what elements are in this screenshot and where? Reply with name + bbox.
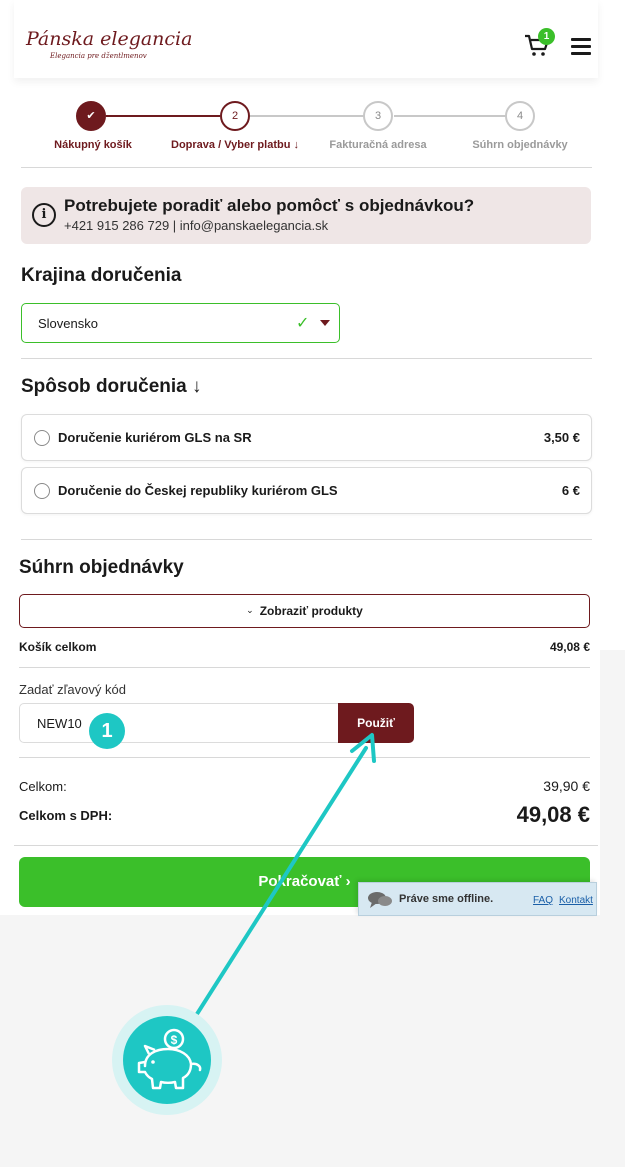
step-marker-badge: 1 bbox=[89, 713, 125, 749]
apply-coupon-button[interactable]: Použiť bbox=[338, 703, 414, 743]
divider bbox=[21, 539, 592, 540]
step-connector bbox=[394, 115, 506, 117]
show-products-button[interactable]: ⌄ Zobraziť produkty bbox=[19, 594, 590, 628]
chevron-down-icon: ⌄ bbox=[246, 605, 254, 616]
logo-text: Pánska elegancia bbox=[26, 28, 193, 50]
shipping-option-price: 3,50 € bbox=[543, 430, 580, 445]
help-banner: i Potrebujete poradiť alebo pomôcť s obj… bbox=[21, 187, 591, 244]
coupon-label: Zadať zľavový kód bbox=[19, 682, 126, 697]
piggy-bank-circle: $ bbox=[123, 1016, 211, 1104]
divider bbox=[19, 757, 590, 758]
chat-contact-link[interactable]: Kontakt bbox=[559, 895, 593, 906]
total-label: Celkom: bbox=[19, 779, 67, 794]
menu-icon[interactable] bbox=[571, 38, 591, 55]
total-value: 39,90 € bbox=[543, 778, 590, 794]
total-vat-value: 49,08 € bbox=[516, 802, 590, 827]
help-contact: +421 915 286 729 | info@panskaelegancia.… bbox=[64, 218, 329, 233]
total-vat-label: Celkom s DPH: bbox=[19, 808, 113, 823]
step-4-circle: 4 bbox=[505, 101, 535, 131]
divider bbox=[21, 358, 592, 359]
step-1-check-icon[interactable]: ✔ bbox=[76, 101, 106, 131]
chat-status: Práve sme offline. bbox=[399, 893, 494, 905]
piggy-bank-badge: $ bbox=[112, 1005, 222, 1115]
summary-title: Súhrn objednávky bbox=[19, 557, 184, 578]
country-title: Krajina doručenia bbox=[21, 265, 182, 286]
svg-text:$: $ bbox=[171, 1033, 178, 1047]
help-title: Potrebujete poradiť alebo pomôcť s objed… bbox=[64, 196, 475, 215]
logo[interactable]: Pánska elegancia Elegancia pre džentlmen… bbox=[26, 28, 192, 68]
cart-total-label: Košík celkom bbox=[19, 640, 97, 654]
step-3-label: Fakturačná adresa bbox=[329, 139, 427, 151]
shipping-option-label: Doručenie do Českej republiky kuriérom G… bbox=[58, 483, 338, 498]
logo-tagline: Elegancia pre džentlmenov bbox=[50, 52, 147, 60]
coupon-input[interactable]: NEW10 bbox=[19, 703, 339, 743]
checkout-stepper: ✔ 2 3 4 Nákupný košík Doprava / Vyber pl… bbox=[14, 96, 598, 166]
shipping-option-gls-sr[interactable]: Doručenie kuriérom GLS na SR 3,50 € bbox=[21, 414, 592, 461]
shipping-option-label: Doručenie kuriérom GLS na SR bbox=[58, 430, 252, 445]
step-3-circle: 3 bbox=[363, 101, 393, 131]
step-4-label: Súhrn objednávky bbox=[472, 139, 568, 151]
chat-faq-link[interactable]: FAQ bbox=[533, 895, 553, 906]
chat-bubble-icon bbox=[368, 892, 392, 908]
step-connector bbox=[106, 115, 220, 117]
page-edge bbox=[600, 0, 625, 650]
country-select-value: Slovensko bbox=[38, 316, 98, 331]
coupon-input-value: NEW10 bbox=[37, 716, 82, 731]
show-products-label: Zobraziť produkty bbox=[259, 604, 363, 618]
step-1-label[interactable]: Nákupný košík bbox=[54, 139, 132, 151]
site-header: Pánska elegancia Elegancia pre džentlmen… bbox=[14, 0, 598, 78]
shipping-option-price: 6 € bbox=[561, 483, 580, 498]
divider bbox=[21, 167, 592, 168]
piggy-bank-icon: $ bbox=[137, 1028, 202, 1090]
check-icon: ✓ bbox=[296, 315, 310, 332]
info-icon: i bbox=[32, 203, 56, 227]
caret-down-icon bbox=[320, 320, 330, 326]
divider bbox=[19, 667, 590, 668]
divider bbox=[14, 845, 598, 846]
chat-widget[interactable]: Práve sme offline. FAQ Kontakt bbox=[358, 882, 597, 916]
shipping-option-gls-cz[interactable]: Doručenie do Českej republiky kuriérom G… bbox=[21, 467, 592, 514]
radio-button[interactable] bbox=[34, 483, 50, 499]
cart-count-badge: 1 bbox=[538, 28, 555, 45]
step-2-label: Doprava / Vyber platbu ↓ bbox=[171, 139, 299, 151]
step-2-circle: 2 bbox=[220, 101, 250, 131]
cart-total-value: 49,08 € bbox=[549, 640, 590, 654]
radio-button[interactable] bbox=[34, 430, 50, 446]
step-connector bbox=[250, 115, 364, 117]
country-select[interactable]: Slovensko ✓ bbox=[21, 303, 340, 343]
shipping-title: Spôsob doručenia ↓ bbox=[21, 376, 202, 397]
